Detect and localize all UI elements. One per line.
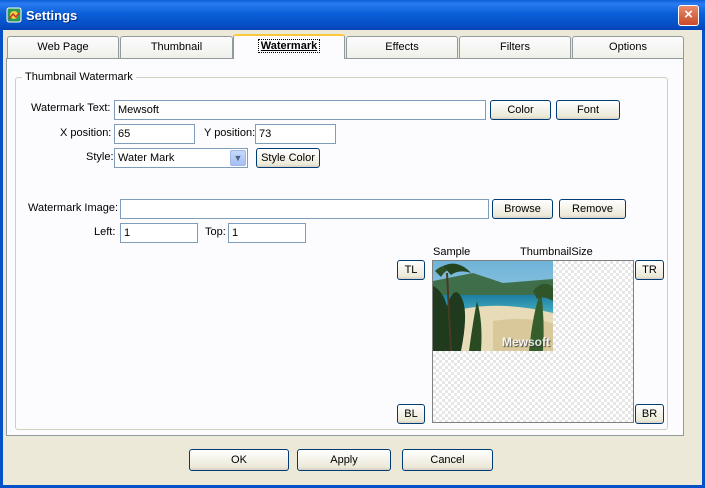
left-input[interactable]: 1 (120, 223, 198, 243)
top-label: Top: (205, 226, 226, 238)
chevron-down-icon[interactable]: ▼ (230, 150, 246, 166)
bottom-left-button[interactable]: BL (397, 404, 425, 424)
style-color-button[interactable]: Style Color (256, 148, 320, 168)
top-input[interactable]: 1 (228, 223, 306, 243)
watermark-text-input[interactable]: Mewsoft (114, 100, 486, 120)
top-right-button[interactable]: TR (635, 260, 664, 280)
watermark-image-input[interactable] (120, 199, 489, 219)
title-bar: Settings × (0, 0, 705, 30)
browse-button[interactable]: Browse (492, 199, 553, 219)
close-icon: × (684, 6, 693, 23)
tab-thumbnail[interactable]: Thumbnail (120, 36, 233, 58)
style-select[interactable]: Water Mark ▼ (114, 148, 248, 168)
style-selected-value: Water Mark (118, 152, 175, 164)
left-label: Left: (94, 226, 116, 238)
x-position-input[interactable]: 65 (114, 124, 195, 144)
close-button[interactable]: × (678, 5, 699, 26)
tab-effects[interactable]: Effects (346, 36, 458, 58)
font-button[interactable]: Font (556, 100, 620, 120)
app-icon (6, 7, 22, 23)
tab-watermark[interactable]: Watermark (233, 34, 345, 59)
x-position-label: X position: (60, 127, 112, 139)
thumbnail-size-label: ThumbnailSize (520, 246, 593, 258)
window-title: Settings (26, 8, 78, 23)
tab-watermark-label: Watermark (257, 39, 321, 53)
tab-web-page[interactable]: Web Page (7, 36, 119, 58)
cancel-button[interactable]: Cancel (402, 449, 493, 471)
watermark-text-label: Watermark Text: (31, 102, 111, 114)
sample-label: Sample (433, 246, 471, 258)
style-label: Style: (86, 151, 114, 163)
tab-filters[interactable]: Filters (459, 36, 571, 58)
y-position-input[interactable]: 73 (255, 124, 336, 144)
group-title: Thumbnail Watermark (22, 71, 136, 83)
ok-button[interactable]: OK (189, 449, 289, 471)
bottom-right-button[interactable]: BR (635, 404, 664, 424)
tab-options[interactable]: Options (572, 36, 684, 58)
watermark-image-label: Watermark Image: (28, 202, 119, 214)
sample-thumbnail: Mewsoft (433, 261, 553, 351)
top-left-button[interactable]: TL (397, 260, 425, 280)
color-button[interactable]: Color (490, 100, 551, 120)
y-position-label: Y position: (204, 127, 256, 139)
remove-button[interactable]: Remove (559, 199, 626, 219)
sample-watermark-text: Mewsoft (502, 335, 550, 349)
apply-button[interactable]: Apply (297, 449, 391, 471)
